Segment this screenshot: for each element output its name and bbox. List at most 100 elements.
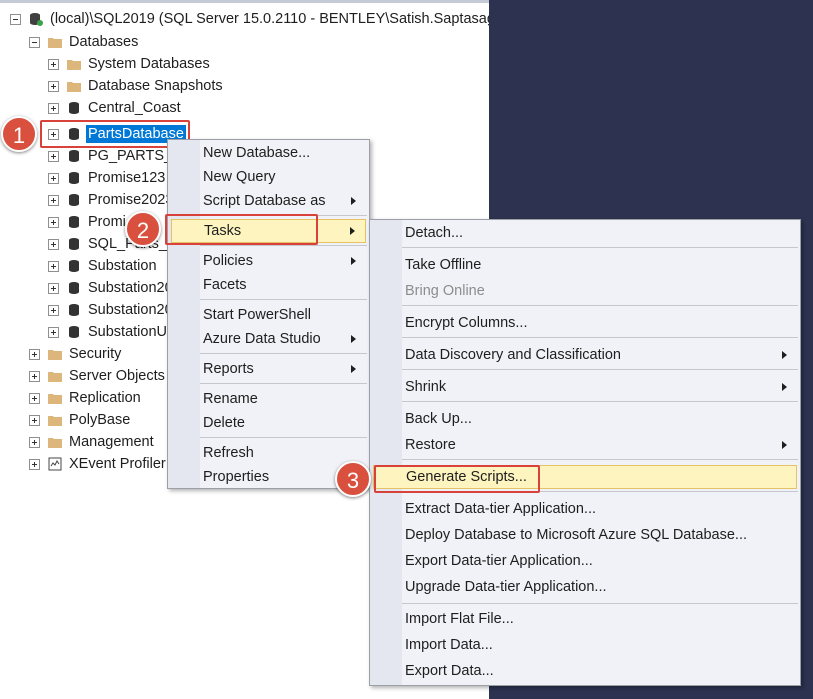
menu-item-rename[interactable]: Rename	[171, 387, 366, 411]
expand-icon[interactable]	[48, 216, 59, 228]
menu-item-export-data-tier[interactable]: Export Data-tier Application...	[373, 549, 797, 573]
menu-item-policies[interactable]: Policies	[171, 249, 366, 273]
menu-item-label: Import Flat File...	[405, 611, 514, 627]
menu-separator	[402, 247, 798, 248]
menu-item-start-powershell[interactable]: Start PowerShell	[171, 303, 366, 327]
tree-item-label: Database Snapshots	[88, 78, 223, 94]
expand-icon[interactable]	[29, 414, 40, 426]
expand-icon[interactable]	[29, 392, 40, 404]
expand-icon[interactable]	[48, 102, 59, 114]
tree-item-label: XEvent Profiler	[69, 456, 166, 472]
database-icon	[69, 150, 79, 162]
menu-item-label: Bring Online	[405, 283, 485, 299]
tree-node-database[interactable]: Substation	[48, 255, 159, 277]
menu-item-detach[interactable]: Detach...	[373, 221, 797, 245]
expand-icon[interactable]	[48, 194, 59, 206]
callout-box-tasks	[165, 214, 318, 245]
collapse-icon[interactable]	[10, 13, 21, 25]
expand-icon[interactable]	[48, 282, 59, 294]
tree-node-server-objects[interactable]: Server Objects	[29, 365, 167, 387]
xevent-profiler-icon	[48, 457, 62, 471]
tree-item-label: Central_Coast	[88, 100, 181, 116]
menu-item-azure-data-studio[interactable]: Azure Data Studio	[171, 327, 366, 351]
menu-item-import-flat-file[interactable]: Import Flat File...	[373, 607, 797, 631]
tree-item-label: Substation20	[88, 302, 173, 318]
expand-icon[interactable]	[48, 80, 59, 92]
menu-item-restore[interactable]: Restore	[373, 433, 797, 457]
tree-node-system-databases[interactable]: System Databases	[48, 53, 212, 75]
tree-item-label: Promise2023	[88, 192, 174, 208]
menu-item-deploy-azure[interactable]: Deploy Database to Microsoft Azure SQL D…	[373, 523, 797, 547]
expand-icon[interactable]	[29, 458, 40, 470]
submenu-arrow-icon	[782, 383, 787, 391]
menu-item-new-database[interactable]: New Database...	[171, 141, 366, 165]
menu-item-import-data[interactable]: Import Data...	[373, 633, 797, 657]
tree-node-security[interactable]: Security	[29, 343, 123, 365]
tree-item-label: Server Objects	[69, 368, 165, 384]
tree-node-database-snapshots[interactable]: Database Snapshots	[48, 75, 225, 97]
menu-item-data-discovery[interactable]: Data Discovery and Classification	[373, 343, 797, 367]
menu-item-reports[interactable]: Reports	[171, 357, 366, 381]
expand-icon[interactable]	[48, 150, 59, 162]
menu-item-label: Shrink	[405, 379, 447, 395]
menu-item-label: New Query	[203, 169, 276, 185]
tree-node-database[interactable]: Promi	[48, 211, 128, 233]
database-icon	[69, 260, 79, 272]
menu-item-delete[interactable]: Delete	[171, 411, 366, 435]
expand-icon[interactable]	[48, 260, 59, 272]
tree-node-database[interactable]: Substation20	[48, 299, 175, 321]
folder-icon	[48, 372, 62, 382]
expand-icon[interactable]	[29, 370, 40, 382]
tree-node-database[interactable]: SQL_Parts_D	[48, 233, 179, 255]
folder-icon	[48, 394, 62, 404]
tree-item-label: PolyBase	[69, 412, 131, 428]
tree-node-database[interactable]: PG_PARTS_D	[48, 145, 185, 167]
menu-item-label: Properties	[203, 469, 270, 485]
submenu-arrow-icon	[782, 351, 787, 359]
collapse-icon[interactable]	[29, 36, 40, 48]
expand-icon[interactable]	[48, 58, 59, 70]
menu-separator	[200, 437, 367, 438]
menu-item-label: Extract Data-tier Application...	[405, 501, 596, 517]
menu-item-script-database-as[interactable]: Script Database as	[171, 189, 366, 213]
menu-item-upgrade-data-tier[interactable]: Upgrade Data-tier Application...	[373, 575, 797, 599]
submenu-arrow-icon	[350, 227, 355, 235]
expand-icon[interactable]	[29, 348, 40, 360]
tree-node-management[interactable]: Management	[29, 431, 156, 453]
menu-item-label: Detach...	[405, 225, 464, 241]
tree-node-database[interactable]: Substation20	[48, 277, 175, 299]
menu-item-new-query[interactable]: New Query	[171, 165, 366, 189]
tree-item-label: System Databases	[88, 56, 210, 72]
menu-item-take-offline[interactable]: Take Offline	[373, 253, 797, 277]
menu-item-back-up[interactable]: Back Up...	[373, 407, 797, 431]
tree-item-label: Promi	[88, 214, 126, 230]
folder-icon	[48, 350, 62, 360]
tree-node-server[interactable]: (local)\SQL2019 (SQL Server 15.0.2110 - …	[10, 8, 489, 30]
expand-icon[interactable]	[48, 326, 59, 338]
tree-node-databases[interactable]: Databases	[29, 31, 140, 53]
tree-node-replication[interactable]: Replication	[29, 387, 143, 409]
menu-item-shrink[interactable]: Shrink	[373, 375, 797, 399]
tree-node-polybase[interactable]: PolyBase	[29, 409, 132, 431]
menu-item-export-data[interactable]: Export Data...	[373, 659, 797, 683]
tree-node-database[interactable]: Central_Coast	[48, 97, 183, 119]
tree-item-label: SubstationU	[88, 324, 167, 340]
tree-node-database[interactable]: Promise2023	[48, 189, 175, 211]
tree-node-database[interactable]: Promise123	[48, 167, 167, 189]
expand-icon[interactable]	[29, 436, 40, 448]
expand-icon[interactable]	[48, 238, 59, 250]
expand-icon[interactable]	[48, 304, 59, 316]
tree-item-label: Replication	[69, 390, 141, 406]
tree-node-xevent-profiler[interactable]: XEvent Profiler	[29, 453, 168, 475]
menu-item-facets[interactable]: Facets	[171, 273, 366, 297]
menu-item-encrypt-columns[interactable]: Encrypt Columns...	[373, 311, 797, 335]
menu-item-extract-data-tier[interactable]: Extract Data-tier Application...	[373, 497, 797, 521]
menu-separator	[402, 337, 798, 338]
submenu-arrow-icon	[351, 335, 356, 343]
menu-item-label: Rename	[203, 391, 258, 407]
menu-separator	[200, 245, 367, 246]
tree-node-database[interactable]: SubstationU	[48, 321, 169, 343]
menu-item-refresh[interactable]: Refresh	[171, 441, 366, 465]
expand-icon[interactable]	[48, 172, 59, 184]
database-icon	[69, 172, 79, 184]
